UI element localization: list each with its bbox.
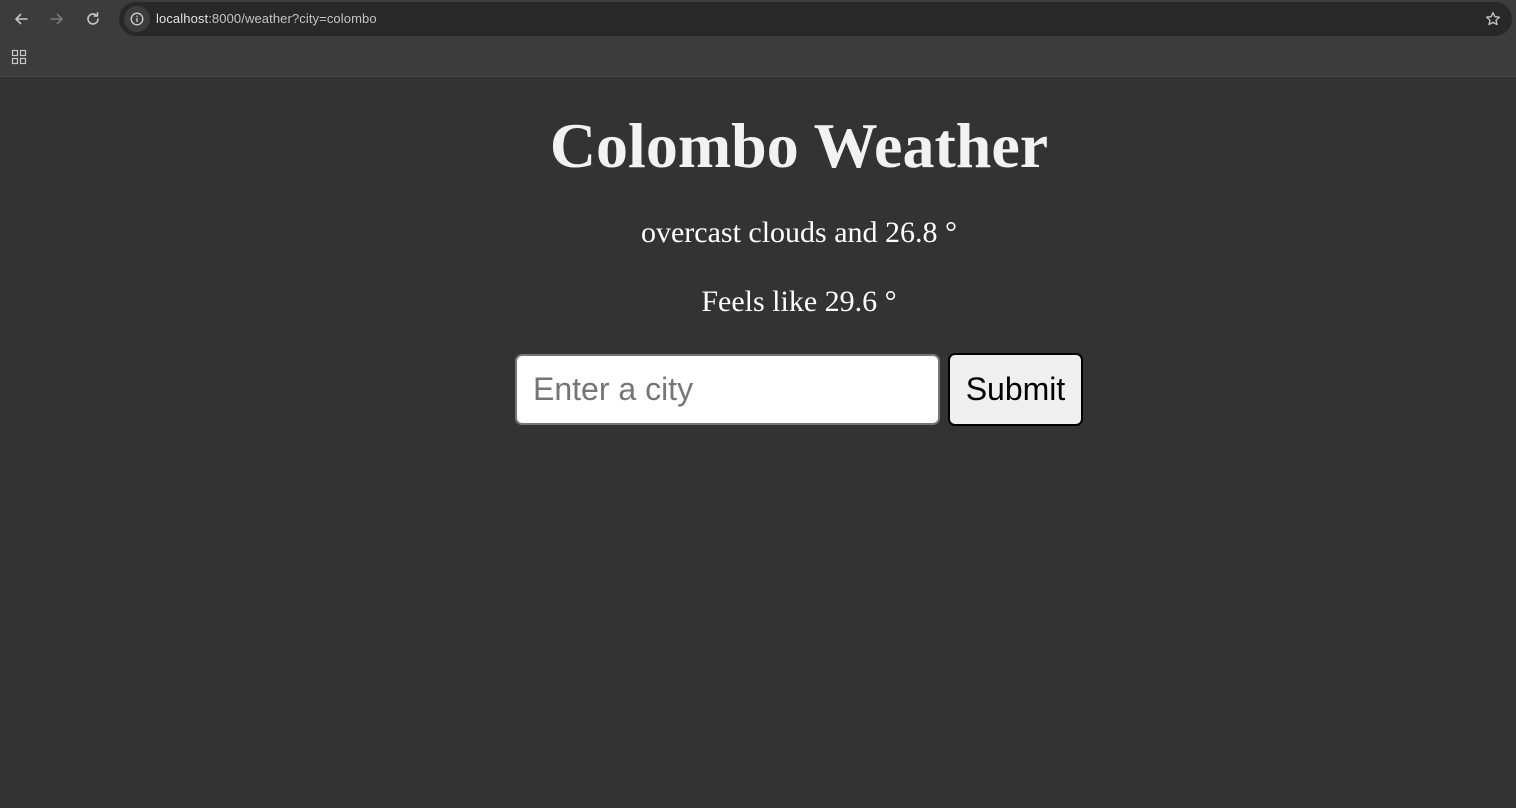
page-title: Colombo Weather — [549, 110, 1049, 181]
url-text[interactable]: localhost:8000/weather?city=colombo — [156, 11, 377, 26]
bookmarks-bar — [0, 38, 1516, 77]
back-arrow-icon — [15, 13, 28, 25]
address-bar[interactable]: localhost:8000/weather?city=colombo — [119, 2, 1512, 36]
info-icon — [130, 12, 144, 26]
weather-page: Colombo Weather overcast clouds and 26.8… — [0, 77, 1516, 808]
forward-button[interactable] — [44, 7, 70, 31]
url-host: localhost — [156, 11, 209, 26]
star-icon — [1485, 11, 1501, 26]
bookmark-button[interactable] — [1484, 10, 1502, 28]
submit-button[interactable]: Submit — [948, 353, 1083, 426]
reload-icon — [87, 12, 99, 25]
weather-description: overcast clouds and 26.8 ° — [640, 216, 958, 249]
url-path: :8000/weather?city=colombo — [208, 11, 377, 26]
city-search-form: Submit — [515, 353, 1083, 426]
city-input[interactable] — [515, 354, 940, 425]
feels-like-text: Feels like 29.6 ° — [701, 285, 897, 318]
apps-button[interactable] — [10, 48, 28, 66]
reload-button[interactable] — [80, 7, 106, 31]
back-button[interactable] — [8, 7, 34, 31]
apps-grid-icon — [11, 49, 27, 65]
browser-toolbar: localhost:8000/weather?city=colombo — [0, 0, 1516, 38]
site-info-button[interactable] — [124, 6, 150, 32]
forward-arrow-icon — [50, 13, 63, 25]
